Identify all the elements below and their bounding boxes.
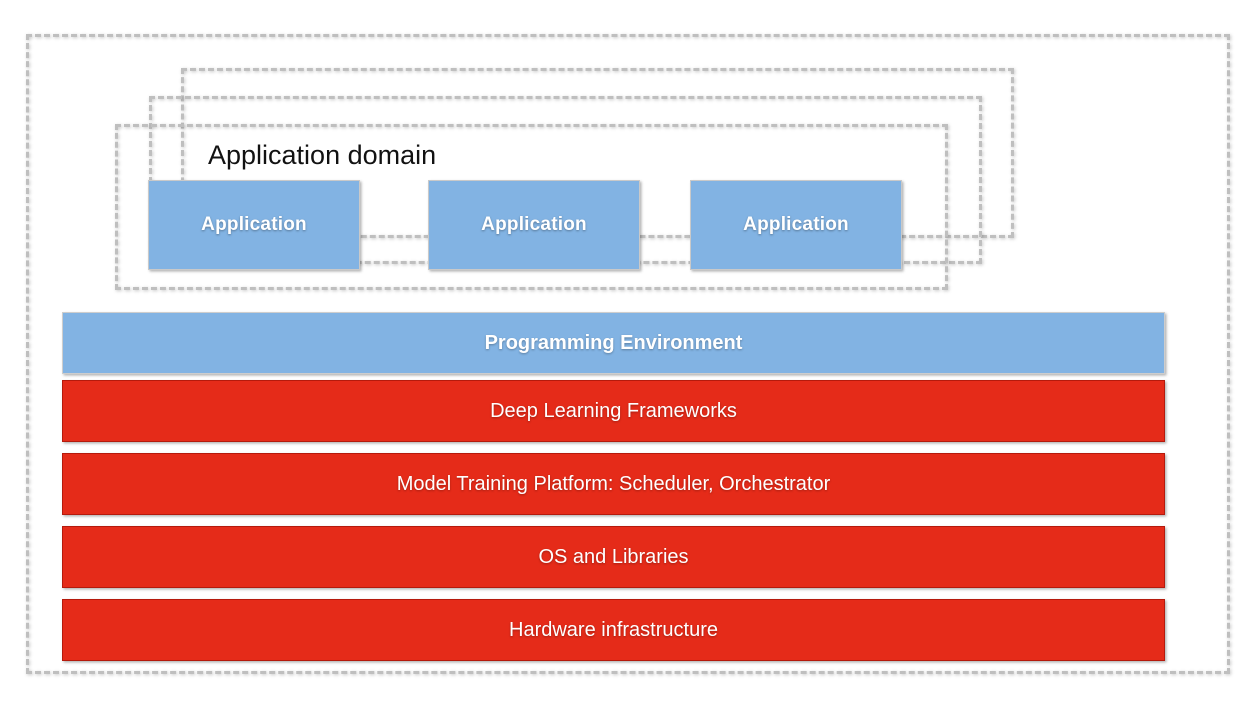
layer-bar-hardware-infrastructure[interactable]: Hardware infrastructure bbox=[62, 599, 1165, 661]
layer-bar-model-training-platform[interactable]: Model Training Platform: Scheduler, Orch… bbox=[62, 453, 1165, 515]
layer-bar-label: Deep Learning Frameworks bbox=[490, 399, 737, 422]
application-box-label: Application bbox=[743, 214, 849, 235]
layer-bar-label: Hardware infrastructure bbox=[509, 618, 718, 641]
application-box-label: Application bbox=[201, 214, 307, 235]
application-domain-title: Application domain bbox=[208, 140, 437, 170]
layer-bar-deep-learning-frameworks[interactable]: Deep Learning Frameworks bbox=[62, 380, 1165, 442]
application-box-3[interactable]: Application bbox=[690, 180, 902, 270]
layer-bar-programming-environment[interactable]: Programming Environment bbox=[62, 312, 1165, 374]
layer-bar-label: Model Training Platform: Scheduler, Orch… bbox=[396, 472, 831, 495]
application-box-label: Application bbox=[481, 214, 587, 235]
layer-bar-label: Programming Environment bbox=[484, 331, 743, 354]
application-box-2[interactable]: Application bbox=[428, 180, 640, 270]
diagram-canvas: Application domain Application Applicati… bbox=[0, 0, 1252, 702]
layer-bar-label: OS and Libraries bbox=[538, 545, 689, 568]
application-box-1[interactable]: Application bbox=[148, 180, 360, 270]
layer-bar-os-and-libraries[interactable]: OS and Libraries bbox=[62, 526, 1165, 588]
